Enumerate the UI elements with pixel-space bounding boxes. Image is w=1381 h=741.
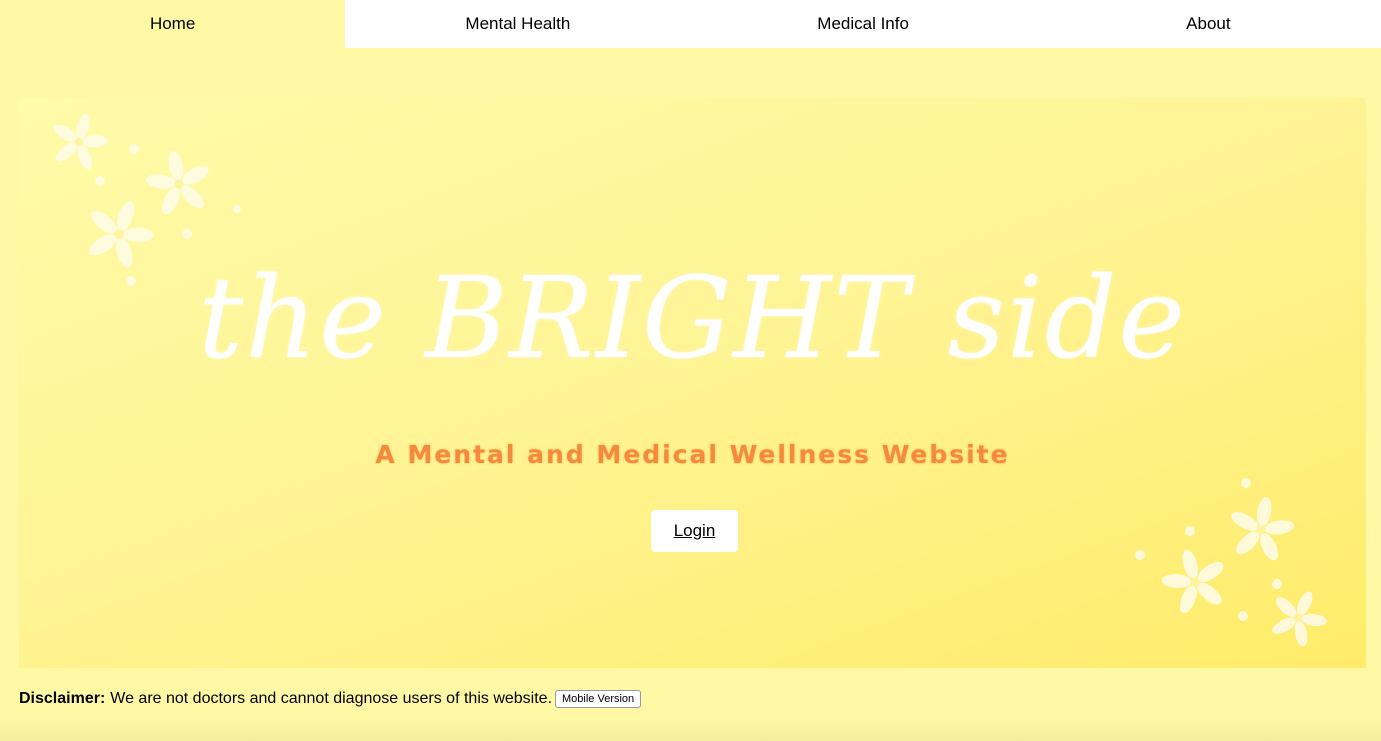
- site-subtitle: A Mental and Medical Wellness Website: [375, 440, 1010, 469]
- bottom-shadow: [0, 718, 1381, 741]
- nav-item-about[interactable]: About: [1035, 0, 1381, 48]
- mobile-version-button[interactable]: Mobile Version: [555, 690, 642, 708]
- top-nav: Home Mental Health Medical Info About: [0, 0, 1381, 48]
- page: Home Mental Health Medical Info About th…: [0, 0, 1381, 741]
- disclaimer-text: We are not doctors and cannot diagnose u…: [110, 690, 553, 707]
- nav-item-home[interactable]: Home: [0, 0, 346, 48]
- site-title: the BRIGHT side: [198, 254, 1187, 384]
- hero-banner: the BRIGHT side A Mental and Medical Wel…: [19, 98, 1366, 668]
- login-button[interactable]: Login: [651, 510, 738, 552]
- disclaimer-bar: Disclaimer: We are not doctors and canno…: [19, 688, 642, 710]
- nav-item-mental-health[interactable]: Mental Health: [345, 0, 691, 48]
- disclaimer-label: Disclaimer:: [19, 690, 106, 707]
- nav-item-medical-info[interactable]: Medical Info: [690, 0, 1036, 48]
